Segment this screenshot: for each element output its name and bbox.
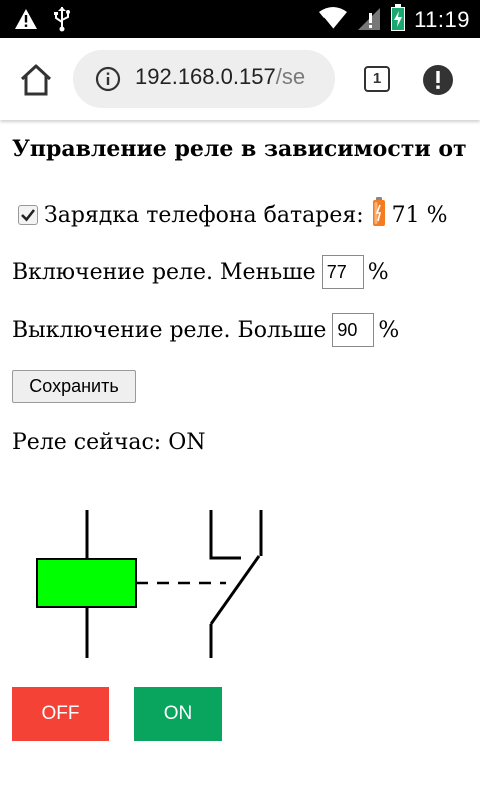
relay-off-button[interactable]: OFF <box>12 687 109 741</box>
relay-diagram <box>36 510 263 658</box>
battery-percent: 71 % <box>391 202 448 228</box>
warning-icon <box>14 8 38 34</box>
page-title: Управление реле в зависимости от <box>12 136 467 162</box>
usb-icon <box>52 6 72 36</box>
battery-icon <box>372 197 386 233</box>
address-bar[interactable]: 192.168.0.157/se <box>73 50 335 108</box>
relay-off-row: Выключение реле. Больше % <box>12 313 399 347</box>
url-path: /se <box>275 64 306 89</box>
relay-on-button[interactable]: ON <box>134 687 222 741</box>
relay-on-row: Включение реле. Меньше % <box>12 255 389 289</box>
browser-toolbar: 192.168.0.157/se 1 <box>0 38 480 120</box>
battery-checkbox[interactable] <box>18 205 38 225</box>
battery-label: Зарядка телефона батарея: <box>44 202 364 228</box>
menu-alert-icon[interactable] <box>422 64 454 96</box>
relay-status: Реле сейчас: ON <box>12 430 206 455</box>
url-text: 192.168.0.157/se <box>135 64 305 90</box>
relay-on-label: Включение реле. Меньше <box>12 259 316 285</box>
status-bar: 11:19 <box>0 0 480 38</box>
checkmark-icon <box>21 209 36 222</box>
relay-off-unit: % <box>378 317 400 343</box>
home-icon[interactable] <box>18 62 54 98</box>
clock: 11:19 <box>414 7 470 32</box>
battery-row: Зарядка телефона батарея: 71 % <box>18 197 448 233</box>
save-button[interactable]: Сохранить <box>12 370 136 403</box>
relay-on-unit: % <box>367 259 389 285</box>
relay-on-threshold-input[interactable] <box>321 255 364 289</box>
relay-off-threshold-input[interactable] <box>332 313 375 347</box>
contact-nc <box>209 510 241 560</box>
url-host: 192.168.0.157 <box>135 64 276 89</box>
signal-icon <box>356 5 382 35</box>
wifi-icon <box>318 6 348 34</box>
info-icon[interactable] <box>95 66 121 92</box>
relay-off-label: Выключение реле. Больше <box>12 317 327 343</box>
battery-charging-icon <box>390 4 406 36</box>
tab-switcher-button[interactable]: 1 <box>364 66 390 92</box>
relay-coil <box>36 558 137 608</box>
contact-switch-arm <box>209 555 261 625</box>
